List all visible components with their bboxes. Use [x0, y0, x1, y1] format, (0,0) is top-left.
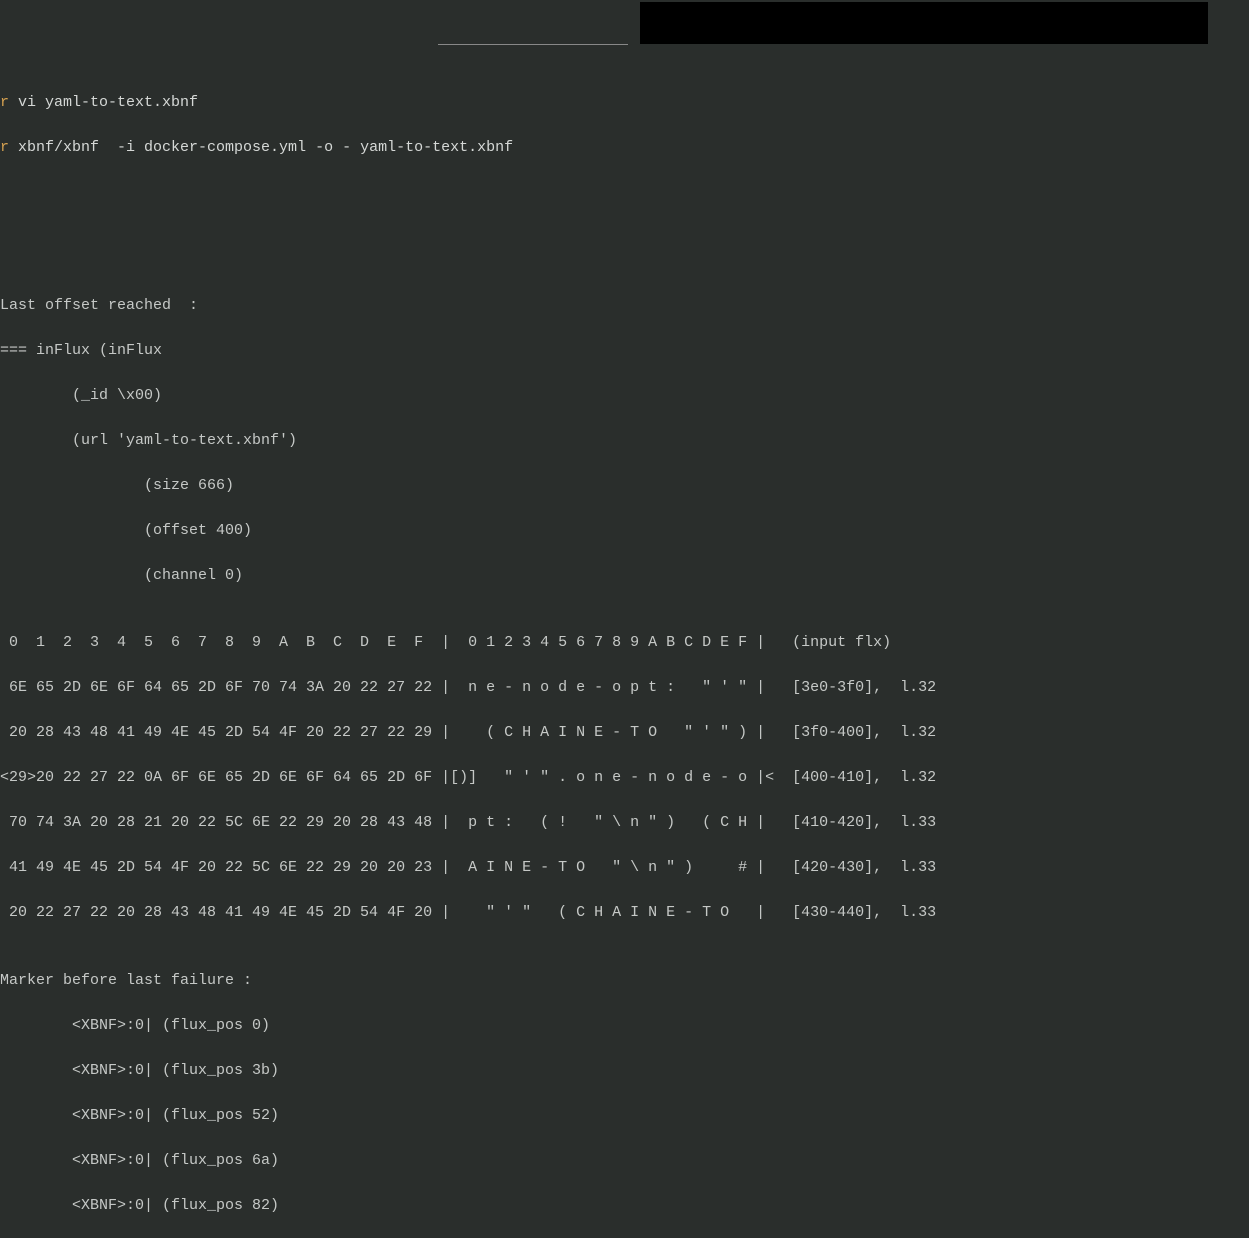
- url-line: (url 'yaml-to-text.xbnf'): [0, 430, 1249, 453]
- size-line: (size 666): [0, 475, 1249, 498]
- header-underline: [438, 44, 628, 45]
- prompt-marker: r: [0, 139, 9, 156]
- offset-header: Last offset reached :: [0, 295, 1249, 318]
- marker-header: Marker before last failure :: [0, 970, 1249, 993]
- marker-row: <XBNF>:0| (flux_pos 3b): [0, 1060, 1249, 1083]
- prompt-marker: r: [0, 94, 9, 111]
- command-text-2: xbnf/xbnf -i docker-compose.yml -o - yam…: [9, 139, 513, 156]
- marker-row: <XBNF>:0| (flux_pos 6a): [0, 1150, 1249, 1173]
- influx-line: === inFlux (inFlux: [0, 340, 1249, 363]
- hex-row: 20 28 43 48 41 49 4E 45 2D 54 4F 20 22 2…: [0, 722, 1249, 745]
- terminal-output: Last offset reached : === inFlux (inFlux…: [0, 227, 1249, 1238]
- marker-row: <XBNF>:0| (flux_pos 0): [0, 1015, 1249, 1038]
- hex-row: 6E 65 2D 6E 6F 64 65 2D 6F 70 74 3A 20 2…: [0, 677, 1249, 700]
- command-text-1: vi yaml-to-text.xbnf: [9, 94, 198, 111]
- hex-row: 20 22 27 22 20 28 43 48 41 49 4E 45 2D 5…: [0, 902, 1249, 925]
- command-line-2: r xbnf/xbnf -i docker-compose.yml -o - y…: [0, 137, 1249, 160]
- channel-line: (channel 0): [0, 565, 1249, 588]
- offset-line: (offset 400): [0, 520, 1249, 543]
- redacted-bar: [640, 2, 1208, 44]
- hex-header: 0 1 2 3 4 5 6 7 8 9 A B C D E F | 0 1 2 …: [0, 632, 1249, 655]
- hex-row: 41 49 4E 45 2D 54 4F 20 22 5C 6E 22 29 2…: [0, 857, 1249, 880]
- marker-row: <XBNF>:0| (flux_pos 52): [0, 1105, 1249, 1128]
- marker-row: <XBNF>:0| (flux_pos 82): [0, 1195, 1249, 1218]
- hex-row: <29>20 22 27 22 0A 6F 6E 65 2D 6E 6F 64 …: [0, 767, 1249, 790]
- command-line-1: r vi yaml-to-text.xbnf: [0, 92, 1249, 115]
- id-line: (_id \x00): [0, 385, 1249, 408]
- hex-row: 70 74 3A 20 28 21 20 22 5C 6E 22 29 20 2…: [0, 812, 1249, 835]
